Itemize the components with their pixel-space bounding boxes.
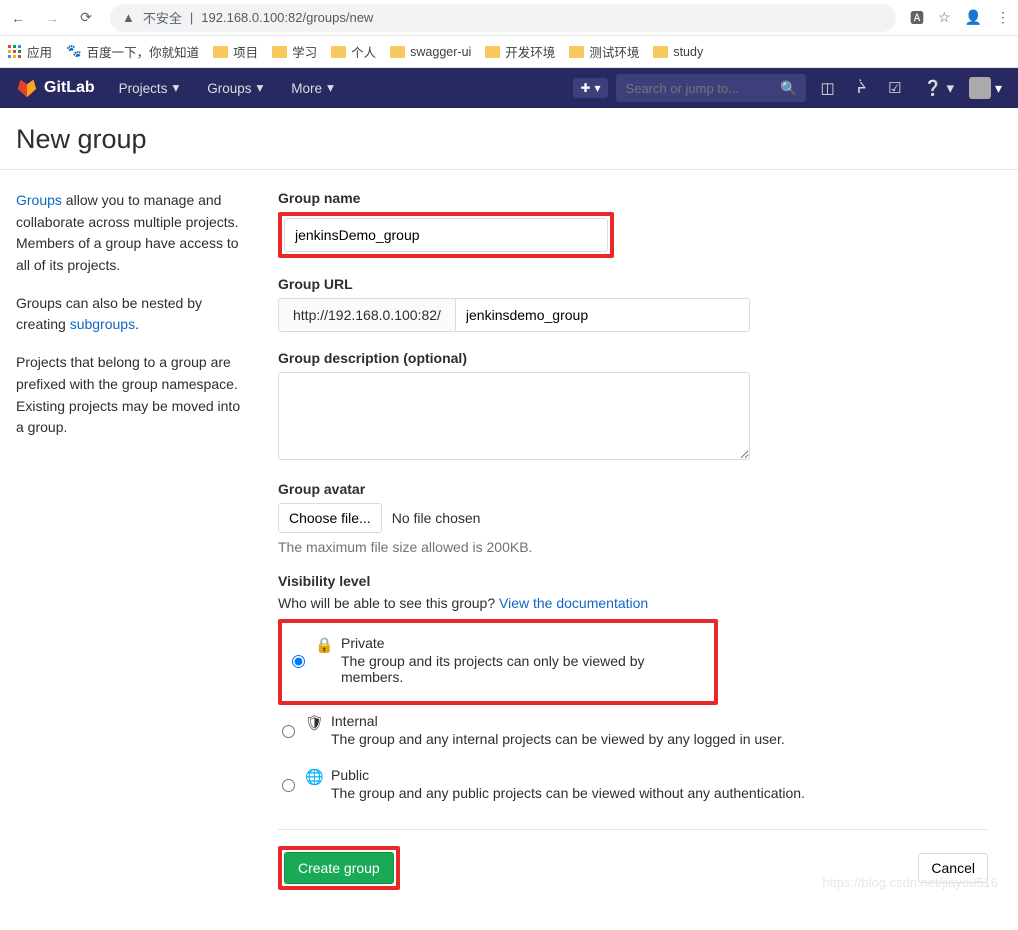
new-item-dropdown[interactable]: ✚▾: [573, 78, 607, 98]
bookmark-star-icon[interactable]: ☆: [938, 9, 951, 26]
folder-icon: [331, 46, 346, 58]
folder-icon: [569, 46, 584, 58]
group-description-label: Group description (optional): [278, 350, 988, 366]
search-input[interactable]: [616, 74, 806, 102]
visibility-option-private-highlight: 🔒 Private The group and its projects can…: [278, 619, 718, 705]
paw-icon: 🐾: [66, 44, 82, 59]
bookmark-item[interactable]: study: [653, 45, 703, 59]
field-group-name: Group name: [278, 190, 988, 258]
avatar-hint: The maximum file size allowed is 200KB.: [278, 539, 988, 555]
subgroups-link[interactable]: subgroups: [70, 316, 135, 332]
help-icon[interactable]: ❔ ▾: [917, 79, 961, 97]
visibility-option-public[interactable]: 🌐 Public The group and any public projec…: [278, 759, 988, 811]
browser-toolbar: ← → ⟳ ▲ 不安全 | 192.168.0.100:82/groups/ne…: [0, 0, 1018, 36]
browser-menu-icon[interactable]: ⋮: [996, 9, 1010, 26]
shield-icon: 🛡: [305, 714, 323, 747]
projects-dropdown[interactable]: Projects▾: [109, 80, 190, 96]
info-sidebar: Groups allow you to manage and collabora…: [16, 190, 250, 890]
apps-shortcut[interactable]: 应用: [8, 42, 52, 61]
field-group-avatar: Group avatar Choose file... No file chos…: [278, 481, 988, 555]
folder-icon: [272, 46, 287, 58]
reload-button[interactable]: ⟳: [76, 9, 96, 26]
user-menu[interactable]: ▾: [969, 77, 1002, 99]
gitlab-top-nav: GitLab Projects▾ Groups▾ More▾ ✚▾ 🔍 ◫ ᔩ …: [0, 68, 1018, 108]
translate-icon[interactable]: 🅰: [910, 8, 924, 28]
profile-avatar-icon[interactable]: 👤: [965, 9, 982, 26]
bookmark-item[interactable]: swagger-ui: [390, 45, 471, 59]
bookmark-item[interactable]: 学习: [272, 42, 317, 61]
folder-icon: [213, 46, 228, 58]
folder-icon: [653, 46, 668, 58]
gitlab-brand-text: GitLab: [44, 79, 95, 97]
issues-icon[interactable]: ◫: [814, 79, 842, 97]
chevron-down-icon: ▾: [172, 80, 179, 96]
user-avatar: [969, 77, 991, 99]
watermark-text: https://blog.csdn.net/jiayou516: [822, 875, 998, 890]
chevron-down-icon: ▾: [995, 80, 1002, 97]
todos-icon[interactable]: ☑: [881, 79, 908, 97]
group-url-label: Group URL: [278, 276, 988, 292]
groups-dropdown[interactable]: Groups▾: [197, 80, 273, 96]
group-name-label: Group name: [278, 190, 988, 206]
page-content: New group Groups allow you to manage and…: [0, 108, 1018, 930]
visibility-option-internal[interactable]: 🛡 Internal The group and any internal pr…: [278, 705, 988, 757]
more-dropdown[interactable]: More▾: [281, 80, 344, 96]
lock-icon: 🔒: [315, 636, 333, 685]
gitlab-logo-icon: [16, 77, 38, 99]
plus-icon: ✚: [580, 81, 590, 95]
back-button[interactable]: ←: [8, 10, 28, 26]
chevron-down-icon: ▾: [257, 80, 264, 96]
forward-button[interactable]: →: [42, 10, 62, 26]
divider: [0, 169, 1018, 170]
insecure-warning-icon: ▲: [122, 10, 135, 25]
bookmark-item[interactable]: 🐾百度一下，你就知道: [66, 42, 199, 61]
group-url-prefix: http://192.168.0.100:82/: [278, 298, 455, 332]
bookmark-item[interactable]: 项目: [213, 42, 258, 61]
bookmark-item[interactable]: 个人: [331, 42, 376, 61]
search-icon[interactable]: 🔍: [780, 80, 797, 97]
bookmark-item[interactable]: 开发环境: [485, 42, 555, 61]
folder-icon: [485, 46, 500, 58]
insecure-warning-text: 不安全: [143, 8, 182, 27]
group-description-textarea[interactable]: [278, 372, 750, 460]
field-visibility: Visibility level Who will be able to see…: [278, 573, 988, 811]
page-title: New group: [16, 124, 1002, 155]
group-avatar-label: Group avatar: [278, 481, 988, 497]
apps-label: 应用: [27, 42, 52, 61]
url-separator: |: [190, 10, 193, 25]
visibility-label: Visibility level: [278, 573, 988, 589]
address-bar[interactable]: ▲ 不安全 | 192.168.0.100:82/groups/new: [110, 4, 896, 32]
chevron-down-icon: ▾: [595, 81, 601, 95]
visibility-radio-internal[interactable]: [282, 716, 295, 747]
visibility-option-private[interactable]: 🔒 Private The group and its projects can…: [288, 627, 708, 695]
group-url-input[interactable]: [455, 298, 750, 332]
field-group-url: Group URL http://192.168.0.100:82/: [278, 276, 988, 332]
visibility-radio-private[interactable]: [292, 638, 305, 685]
url-text: 192.168.0.100:82/groups/new: [201, 10, 373, 25]
choose-file-button[interactable]: Choose file...: [278, 503, 382, 533]
gitlab-logo-link[interactable]: GitLab: [16, 77, 95, 99]
groups-link[interactable]: Groups: [16, 192, 62, 208]
field-group-description: Group description (optional): [278, 350, 988, 463]
file-status-text: No file chosen: [392, 510, 481, 526]
globe-icon: 🌐: [305, 768, 323, 801]
form-main: Group name Group URL http://192.168.0.10…: [278, 190, 988, 890]
apps-grid-icon: [8, 45, 22, 59]
chevron-down-icon: ▾: [327, 80, 334, 96]
create-group-button[interactable]: Create group: [284, 852, 394, 884]
visibility-radio-public[interactable]: [282, 770, 295, 801]
merge-requests-icon[interactable]: ᔩ: [850, 79, 873, 97]
bookmarks-bar: 应用 🐾百度一下，你就知道 项目 学习 个人 swagger-ui 开发环境 测…: [0, 36, 1018, 68]
bookmark-item[interactable]: 测试环境: [569, 42, 639, 61]
folder-icon: [390, 46, 405, 58]
group-name-input[interactable]: [284, 218, 608, 252]
visibility-doc-link[interactable]: View the documentation: [499, 595, 648, 611]
